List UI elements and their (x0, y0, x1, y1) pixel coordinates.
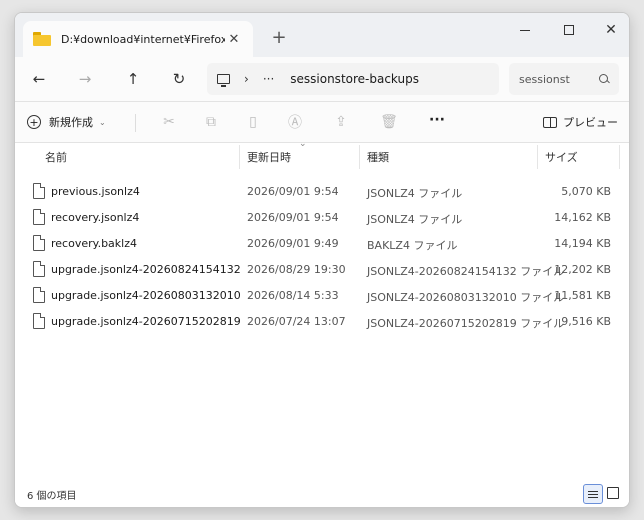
status-bar: 6 個の項目 (15, 479, 629, 507)
file-type: JSONLZ4 ファイル (367, 213, 463, 226)
chevron-down-icon: ⌄ (99, 117, 106, 127)
tab-title: D:¥download¥internet¥Firefox (61, 32, 225, 46)
file-row[interactable]: recovery.jsonlz4 2026/09/01 9:54 JSONLZ4… (15, 205, 629, 231)
search-icon[interactable] (599, 74, 609, 84)
column-header-size[interactable]: サイズ (545, 149, 578, 165)
delete-icon[interactable]: 🗑 (379, 112, 399, 132)
breadcrumb-chevron-icon[interactable]: › (244, 72, 249, 86)
file-row[interactable]: previous.jsonlz4 2026/09/01 9:54 JSONLZ4… (15, 179, 629, 205)
maximize-icon (564, 25, 574, 35)
file-modified: 2026/09/01 9:54 (247, 211, 339, 224)
folder-tab[interactable]: D:¥download¥internet¥Firefox ✕ (23, 21, 253, 57)
new-tab-button[interactable]: + (269, 27, 289, 48)
details-view-icon (588, 490, 598, 492)
file-modified: 2026/08/29 19:30 (247, 263, 346, 276)
file-size: 14,194 KB (554, 237, 611, 250)
column-divider[interactable] (537, 145, 538, 169)
search-box[interactable] (509, 63, 619, 95)
file-icon (33, 261, 45, 277)
folder-icon (33, 32, 51, 46)
file-modified: 2026/09/01 9:54 (247, 185, 339, 198)
close-button[interactable]: ✕ (589, 13, 629, 47)
refresh-button[interactable]: ↻ (165, 65, 193, 93)
copy-icon[interactable]: ⧉ (201, 112, 221, 132)
maximize-button[interactable] (547, 13, 591, 47)
column-header-type[interactable]: 種類 (367, 149, 389, 165)
preview-button-label: プレビュー (563, 116, 618, 129)
file-icon (33, 287, 45, 303)
file-name: upgrade.jsonlz4-20260803132010 (51, 289, 241, 302)
preview-button[interactable]: プレビュー (543, 112, 618, 132)
file-name: recovery.jsonlz4 (51, 211, 140, 224)
back-button[interactable]: ← (25, 65, 53, 93)
rename-icon[interactable]: Ⓐ (285, 112, 305, 132)
file-icon (33, 313, 45, 329)
file-row[interactable]: upgrade.jsonlz4-20260824154132 2026/08/2… (15, 257, 629, 283)
title-bar: D:¥download¥internet¥Firefox ✕ + ✕ (15, 13, 629, 57)
file-size: 9,516 KB (561, 315, 611, 328)
file-name: upgrade.jsonlz4-20260824154132 (51, 263, 241, 276)
file-modified: 2026/08/14 5:33 (247, 289, 339, 302)
file-row[interactable]: recovery.baklz4 2026/09/01 9:49 BAKLZ4 フ… (15, 231, 629, 257)
details-view-button[interactable] (583, 484, 603, 504)
file-row[interactable]: upgrade.jsonlz4-20260803132010 2026/08/1… (15, 283, 629, 309)
file-modified: 2026/09/01 9:49 (247, 237, 339, 250)
toolbar-separator (135, 114, 136, 132)
file-list: 名前 ⌄ 更新日時 種類 サイズ previous.jsonlz4 2026/0… (15, 139, 629, 479)
column-divider[interactable] (359, 145, 360, 169)
column-header-modified[interactable]: 更新日時 (247, 149, 291, 165)
forward-button[interactable]: → (71, 65, 99, 93)
new-button[interactable]: + 新規作成 ⌄ (27, 110, 106, 134)
sort-indicator-icon: ⌄ (299, 139, 307, 149)
column-divider[interactable] (239, 145, 240, 169)
new-button-label: 新規作成 (49, 116, 93, 129)
file-icon (33, 209, 45, 225)
file-size: 12,202 KB (554, 263, 611, 276)
minimize-button[interactable] (503, 13, 547, 47)
file-size: 14,162 KB (554, 211, 611, 224)
file-modified: 2026/07/24 13:07 (247, 315, 346, 328)
explorer-window: D:¥download¥internet¥Firefox ✕ + ✕ ← → ↑… (14, 12, 630, 508)
address-bar-row: ← → ↑ ↻ › ··· sessionstore-backups (15, 57, 629, 101)
column-header-name[interactable]: 名前 (45, 149, 67, 165)
command-bar: + 新規作成 ⌄ ✂ ⧉ ▯ Ⓐ ⇪ 🗑 ··· プレビュー (15, 102, 629, 142)
preview-pane-icon (543, 116, 557, 128)
file-type: JSONLZ4 ファイル (367, 187, 463, 200)
file-type: BAKLZ4 ファイル (367, 239, 458, 252)
file-name: recovery.baklz4 (51, 237, 137, 250)
up-button[interactable]: ↑ (119, 65, 147, 93)
column-header-row: 名前 ⌄ 更新日時 種類 サイズ (15, 139, 629, 169)
monitor-icon[interactable] (217, 74, 230, 87)
cut-icon[interactable]: ✂ (159, 112, 179, 132)
breadcrumb-overflow-button[interactable]: ··· (263, 72, 274, 86)
minimize-icon (520, 29, 530, 31)
file-size: 11,581 KB (554, 289, 611, 302)
column-divider[interactable] (619, 145, 620, 169)
address-bar[interactable]: › ··· sessionstore-backups (207, 63, 499, 95)
more-options-button[interactable]: ··· (427, 112, 447, 132)
file-row[interactable]: upgrade.jsonlz4-20260715202819 2026/07/2… (15, 309, 629, 335)
paste-icon[interactable]: ▯ (243, 112, 263, 132)
item-count: 6 個の項目 (27, 491, 77, 502)
tab-close-icon[interactable]: ✕ (225, 32, 243, 47)
share-icon[interactable]: ⇪ (331, 112, 351, 132)
large-icons-view-button[interactable] (607, 487, 619, 499)
file-name: upgrade.jsonlz4-20260715202819 (51, 315, 241, 328)
file-size: 5,070 KB (561, 185, 611, 198)
plus-circle-icon: + (27, 115, 41, 129)
breadcrumb-current-folder[interactable]: sessionstore-backups (290, 72, 419, 86)
file-icon (33, 235, 45, 251)
file-icon (33, 183, 45, 199)
file-name: previous.jsonlz4 (51, 185, 140, 198)
search-input[interactable] (519, 72, 589, 86)
